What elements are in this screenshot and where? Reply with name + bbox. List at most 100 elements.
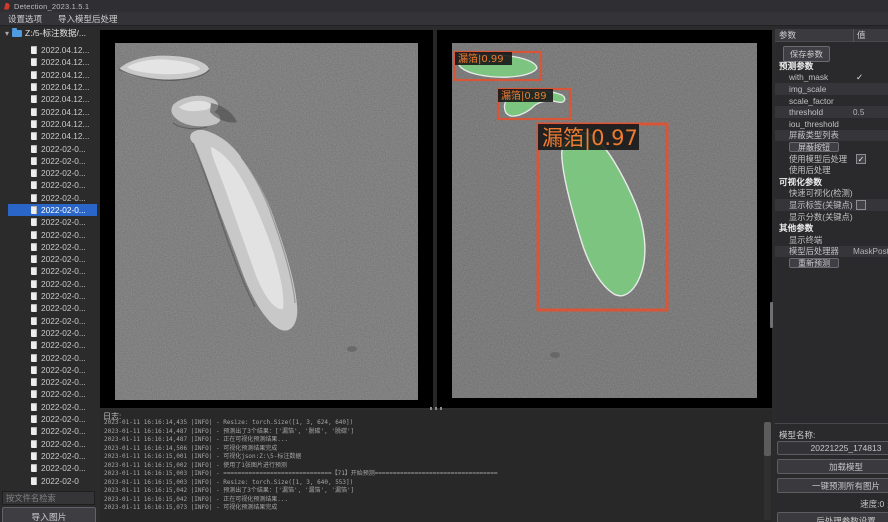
param-row[interactable]: 模型后处理器 MaskPostPro (775, 246, 888, 258)
file-icon (31, 329, 37, 337)
tree-file-item[interactable]: 2022.04.12... (0, 118, 97, 130)
tree-file-item[interactable]: 2022-02-0... (0, 290, 97, 302)
log-scrollbar-thumb[interactable] (764, 422, 771, 456)
tree-file-item[interactable]: 2022-02-0... (0, 278, 97, 290)
tree-file-item[interactable]: 2022.04.12... (0, 105, 97, 117)
param-row[interactable]: scale_factor (775, 95, 888, 107)
file-icon (31, 194, 37, 202)
tree-file-item[interactable]: 2022.04.12... (0, 81, 97, 93)
param-row[interactable]: 其他参数 (775, 222, 888, 234)
param-row[interactable]: with_mask ✓ (775, 72, 888, 84)
app-window: { "window": { "title": "Detection_2023.1… (0, 0, 888, 522)
tree-root-node[interactable]: ▾ Z:/5-标注数据/... (0, 26, 97, 40)
file-icon (31, 427, 37, 435)
file-icon (31, 255, 37, 263)
file-name: 2022-02-0... (41, 340, 86, 350)
param-row[interactable]: 显示终端 (775, 234, 888, 246)
save-params-row: 保存参数 (775, 44, 830, 57)
search-input[interactable] (2, 491, 95, 505)
file-name: 2022-02-0... (41, 193, 86, 203)
tree-file-item[interactable]: 2022-02-0... (0, 413, 97, 425)
file-name: 2022-02-0... (41, 463, 86, 473)
file-name: 2022-02-0... (41, 254, 86, 264)
file-icon (31, 280, 37, 288)
tree-file-item[interactable]: 2022-02-0... (0, 142, 97, 154)
tree-file-item[interactable]: 2022-02-0... (0, 315, 97, 327)
postprocess-settings-button[interactable]: 后处理参数设置 (777, 512, 888, 522)
tree-file-item[interactable]: 2022-02-0... (0, 327, 97, 339)
tree-file-item[interactable]: 2022.04.12... (0, 93, 97, 105)
tree-file-item[interactable]: 2022-02-0... (0, 228, 97, 240)
menu-item[interactable]: 设置选项 (8, 13, 42, 25)
param-row[interactable]: 快速可视化(检测) (775, 188, 888, 200)
tree-file-item[interactable]: 2022-02-0... (0, 265, 97, 277)
tree-file-item[interactable]: 2022-02-0... (0, 351, 97, 363)
load-model-button[interactable]: 加载模型 (777, 459, 888, 474)
tree-file-item[interactable]: 2022-02-0... (0, 425, 97, 437)
tree-file-item[interactable]: 2022-02-0... (0, 438, 97, 450)
param-row[interactable]: threshold 0.5 (775, 106, 888, 118)
param-label: 重新预测 (789, 258, 839, 268)
param-label: 使用模型后处理 (789, 153, 847, 165)
file-list: 2022.04.12... 2022.04.12... 2022.04.12..… (0, 44, 97, 487)
param-checkbox[interactable] (856, 200, 866, 210)
param-row[interactable]: 重新预测 (775, 257, 888, 269)
tree-file-item[interactable]: 2022-02-0... (0, 364, 97, 376)
log-line: 2023-01-11 16:16:15,042 |INFO| - 预测出了3个结… (104, 487, 760, 496)
tree-file-item[interactable]: 2022-02-0... (0, 339, 97, 351)
tree-file-item[interactable]: 2022.04.12... (0, 69, 97, 81)
file-name: 2022-02-0... (41, 414, 86, 424)
param-row[interactable]: 使用后处理 (775, 164, 888, 176)
tree-file-item[interactable]: 2022-02-0... (0, 253, 97, 265)
log-scrollbar[interactable] (764, 422, 771, 520)
tree-file-item[interactable]: 2022.04.12... (0, 130, 97, 142)
param-row[interactable]: 可视化参数 (775, 176, 888, 188)
log-area: 日志: 2023-01-11 16:16:14,435 |INFO| - Res… (100, 410, 772, 522)
param-row[interactable]: img_scale (775, 83, 888, 95)
menu-item[interactable]: 导入模型后处理 (58, 13, 118, 25)
file-icon (31, 71, 37, 79)
tree-file-item[interactable]: 2022.04.12... (0, 56, 97, 68)
tree-file-item[interactable]: 2022-02-0... (0, 302, 97, 314)
tree-file-item[interactable]: 2022-02-0... (0, 388, 97, 400)
tree-file-item[interactable]: 2022-02-0... (0, 462, 97, 474)
import-images-button[interactable]: 导入图片 (2, 507, 96, 522)
detection-label-3: 漏箔|0.97 (542, 126, 638, 151)
source-image-panel[interactable] (100, 30, 433, 408)
model-name-field[interactable]: 20221225_174813 (777, 441, 888, 455)
param-row[interactable]: 显示标签(关键点) (775, 199, 888, 211)
param-value: MaskPostPro (853, 247, 888, 256)
tree-file-item[interactable]: 2022-02-0... (0, 167, 97, 179)
tree-file-item[interactable]: 2022.04.12... (0, 44, 97, 56)
predict-all-button[interactable]: 一键预测所有图片 (777, 478, 888, 493)
param-label: 显示标签(关键点) (789, 199, 853, 211)
tree-file-item[interactable]: 2022-02-0... (0, 401, 97, 413)
tree-file-item[interactable]: 2022-02-0... (0, 376, 97, 388)
file-icon (31, 95, 37, 103)
file-name: 2022.04.12... (41, 119, 89, 129)
log-line: 2023-01-11 16:16:14,506 |INFO| - 可视化预测结果… (104, 445, 760, 454)
file-icon (31, 390, 37, 398)
param-row[interactable]: iou_threshold (775, 118, 888, 130)
tree-file-item[interactable]: 2022-02-0... (0, 216, 97, 228)
param-row[interactable]: 屏蔽按钮 (775, 141, 888, 153)
tree-file-item[interactable]: 2022-02-0... (0, 204, 97, 216)
tree-file-item[interactable]: 2022-02-0... (0, 179, 97, 191)
param-checkbox[interactable]: ✓ (856, 73, 863, 82)
file-name: 2022-02-0... (41, 168, 86, 178)
tree-file-item[interactable]: 2022-02-0... (0, 450, 97, 462)
caret-down-icon[interactable]: ▾ (5, 29, 9, 38)
tree-file-item[interactable]: 2022-02-0 (0, 474, 97, 486)
tree-file-item[interactable]: 2022-02-0... (0, 192, 97, 204)
param-row[interactable]: 使用模型后处理 ✓ (775, 153, 888, 165)
param-row[interactable]: 预测参数 (775, 60, 888, 72)
tree-file-item[interactable]: 2022-02-0... (0, 155, 97, 167)
prediction-image-panel[interactable]: 漏箔|0.99 漏箔|0.89 漏箔|0.97 (437, 30, 772, 408)
param-checkbox[interactable]: ✓ (856, 154, 866, 164)
file-icon (31, 206, 37, 214)
param-row[interactable]: 屏蔽类型列表 (775, 130, 888, 142)
tree-file-item[interactable]: 2022-02-0... (0, 241, 97, 253)
param-row[interactable]: 显示分数(关键点) (775, 211, 888, 223)
parameters-panel: 参数 值 保存参数 预测参数 with_mask ✓ img_scale (775, 26, 888, 522)
file-name: 2022-02-0... (41, 389, 86, 399)
